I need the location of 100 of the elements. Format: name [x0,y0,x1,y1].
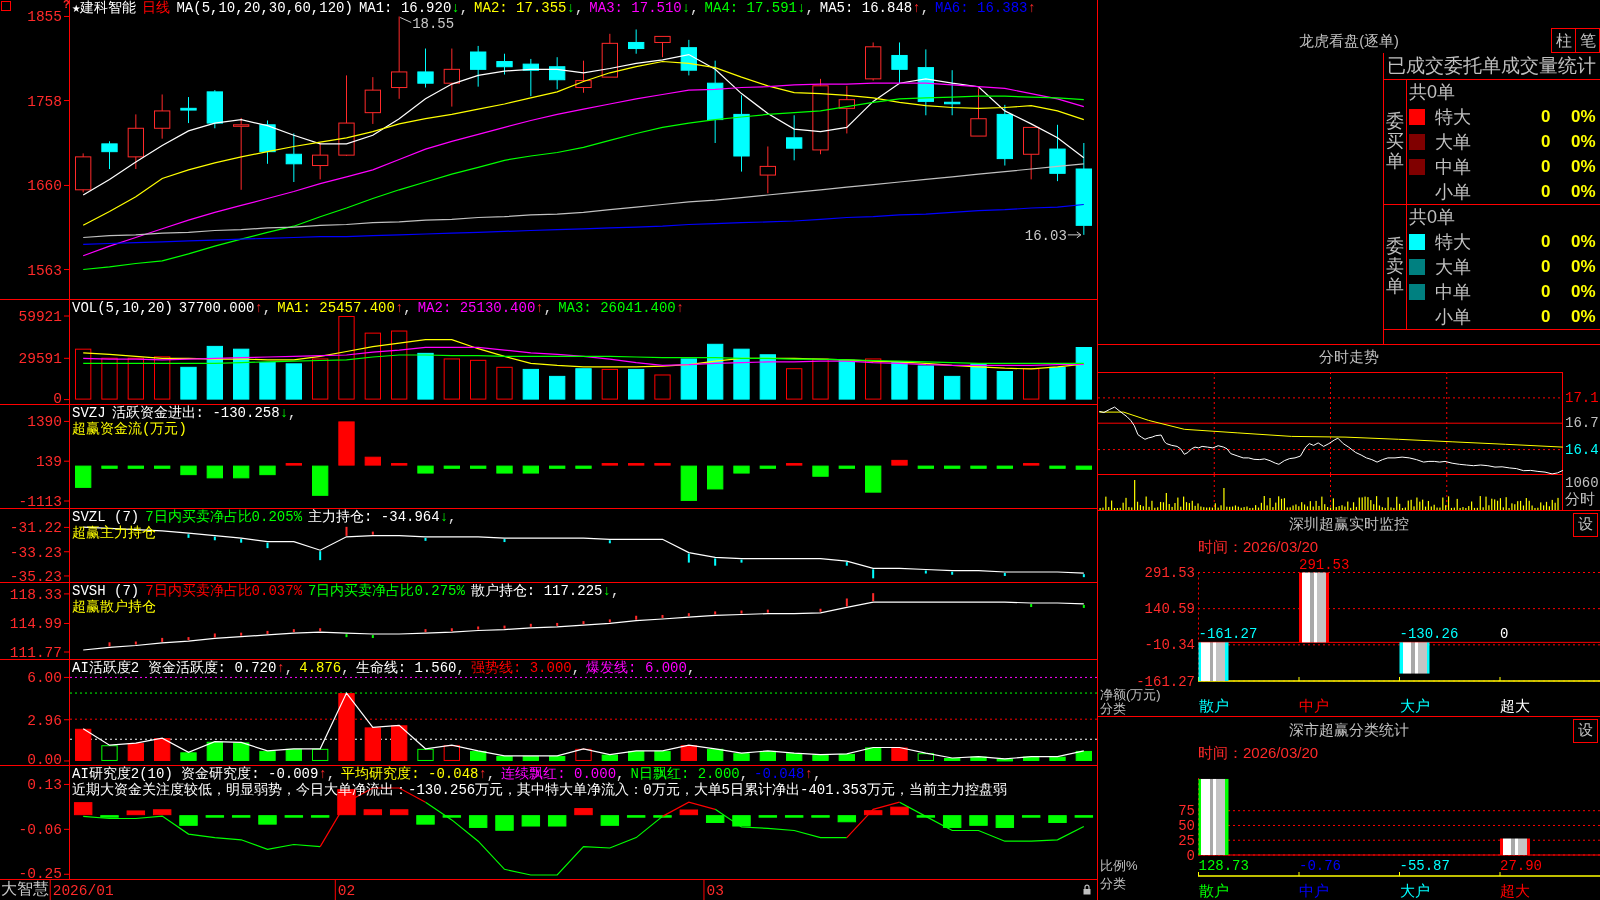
group-label: 委买单 [1386,112,1404,172]
indicator-reading: 主力持仓: -34.964↓, [308,509,457,525]
order-size-label: 小单 [1435,180,1472,204]
indicator-reading: 7日内买卖净占比0.205% [145,509,303,525]
indicator-reading: MA1: 16.920↓, [358,0,469,16]
date-axis-label: 03 [706,883,724,899]
order-count: 0 [1541,232,1552,253]
value-label: -0.76 [1299,858,1341,874]
y-axis-label: 29591 [18,351,62,368]
indicator-caption: 超赢资金流(万元) [72,421,187,437]
indicator-reading: MA2: 25130.400↑, [417,300,553,316]
chart-mode-label: 分时 [1565,492,1596,509]
order-count: 0 [1541,107,1552,128]
y-axis-label: 111.77 [9,645,62,659]
date-axis-label: 02 [337,883,356,899]
group-label: 委卖单 [1386,237,1404,297]
order-size-label: 大单 [1435,256,1472,279]
order-percent: 0% [1571,306,1597,327]
order-count: 0 [1541,281,1552,302]
y-axis-label: 0 [1186,847,1195,864]
y-axis-label: 1855 [27,9,62,26]
order-size-label: 中单 [1435,155,1472,179]
y-axis-label: 6.00 [27,670,62,687]
order-size-label: 大单 [1435,131,1472,154]
indicator-reading: 日线 [142,0,171,16]
indicator-caption: 超赢散户持仓 [72,599,156,615]
indicator-reading: 连续飘红: 0.000, [501,766,625,782]
indicator-title: AI研究度2(10) 资金研究度: -0.009↑, [72,766,336,782]
y-axis-title: 比例% [1100,858,1138,873]
brand-label: 大智慧 [1,880,49,900]
indicator-title: SVZL (7) [72,509,140,525]
order-percent: 0% [1571,156,1597,177]
y-axis-label: 1390 [27,414,62,431]
indicator-reading: 7日内买卖净占比0.037% [145,583,303,599]
order-count: 0 [1541,257,1552,277]
indicator-reading: 散户持仓: 117.225↓, [470,583,620,599]
y-axis-label: -33.23 [9,544,62,561]
x-axis-title: 分类 [1100,876,1126,891]
panel-title: 深市超赢分类统计 [1289,721,1409,740]
y-axis-label: 114.99 [9,616,62,633]
stock-title: ★建科智能 [72,0,137,16]
indicator-reading: 爆发线: 6.000, [586,660,696,676]
timestamp-label: 时间：2026/03/20 [1197,744,1320,762]
indicator-reading: 7日内买卖净占比0.275% [308,583,465,599]
indicator-reading: MA2: 17.355↓, [474,0,584,16]
indicator-reading: N日飘红: 2.000, [630,766,749,782]
order-size-label: 中单 [1435,280,1472,304]
y-axis-label: 0.13 [27,777,62,794]
indicator-reading: MA3: 26041.400↑ [558,300,685,316]
table-title: 已成交委托单成交量统计 [1384,53,1600,80]
indicator-reading: MA5: 16.848↑, [819,0,930,16]
price-axis-label: 17.1 [1565,390,1599,406]
indicator-title: AI活跃度2 资金活跃度: 0.720↑, [72,660,294,676]
y-axis-label: 25 [1178,832,1195,849]
category-label: 超大 [1500,882,1530,899]
order-percent: 0% [1571,257,1597,277]
y-axis-label: 139 [35,454,62,471]
y-axis-label: 1563 [27,262,62,279]
order-total: 共0单 [1409,206,1456,230]
date-axis-label: 2026/01 [52,883,114,899]
order-count: 0 [1541,306,1552,327]
indicator-reading: -0.048↑, [754,766,822,782]
y-axis-label: -35.23 [9,568,62,582]
y-axis-label: 2.96 [27,712,62,729]
y-axis-label: -1113 [18,494,62,508]
value-label: -55.87 [1399,858,1450,874]
panel-title: 深圳超赢实时监控 [1289,515,1409,534]
value-label: 128.73 [1198,858,1249,874]
order-size-label: 特大 [1435,106,1472,130]
indicator-reading: 活跃资金进出: -130.258↓, [111,405,297,421]
y-axis-label: 118.33 [9,586,62,603]
order-percent: 0% [1571,232,1597,253]
panel-title: 分时走势 [1318,347,1380,367]
price-axis-label: 16.7 [1565,415,1599,431]
y-axis-label: 1758 [27,93,62,110]
indicator-title: SVSH (7) [72,583,140,599]
indicator-reading: 生命线: 1.560, [355,660,465,676]
timestamp-label: 时间：2026/03/20 [1197,538,1320,556]
y-axis-label: 50 [1178,817,1195,834]
category-label: 中户 [1299,882,1329,899]
order-size-label: 特大 [1435,231,1472,255]
volume-axis-label: 1060 [1565,475,1600,491]
order-percent: 0% [1571,281,1597,302]
indicator-reading: 强势线: 3.000, [470,660,581,676]
indicator-reading: MA4: 17.591↓, [704,0,814,16]
y-axis-label: -0.06 [18,822,62,839]
order-percent: 0% [1571,132,1597,152]
order-size-label: 小单 [1435,305,1472,329]
help-mark: ? [63,0,70,10]
order-count: 0 [1541,156,1552,177]
y-axis-label: -31.22 [9,520,62,537]
y-axis-label: 59921 [18,309,62,325]
y-axis-label: 1660 [27,178,62,195]
order-count: 0 [1541,181,1552,202]
indicator-reading: MA1: 25457.400↑, [277,300,412,316]
order-percent: 0% [1571,107,1597,128]
value-label: 27.90 [1500,858,1542,874]
indicator-title: VOL(5,10,20) [72,300,173,316]
price-axis-label: 16.4 [1565,442,1599,458]
indicator-reading: MA6: 16.383↑ [935,0,1036,16]
